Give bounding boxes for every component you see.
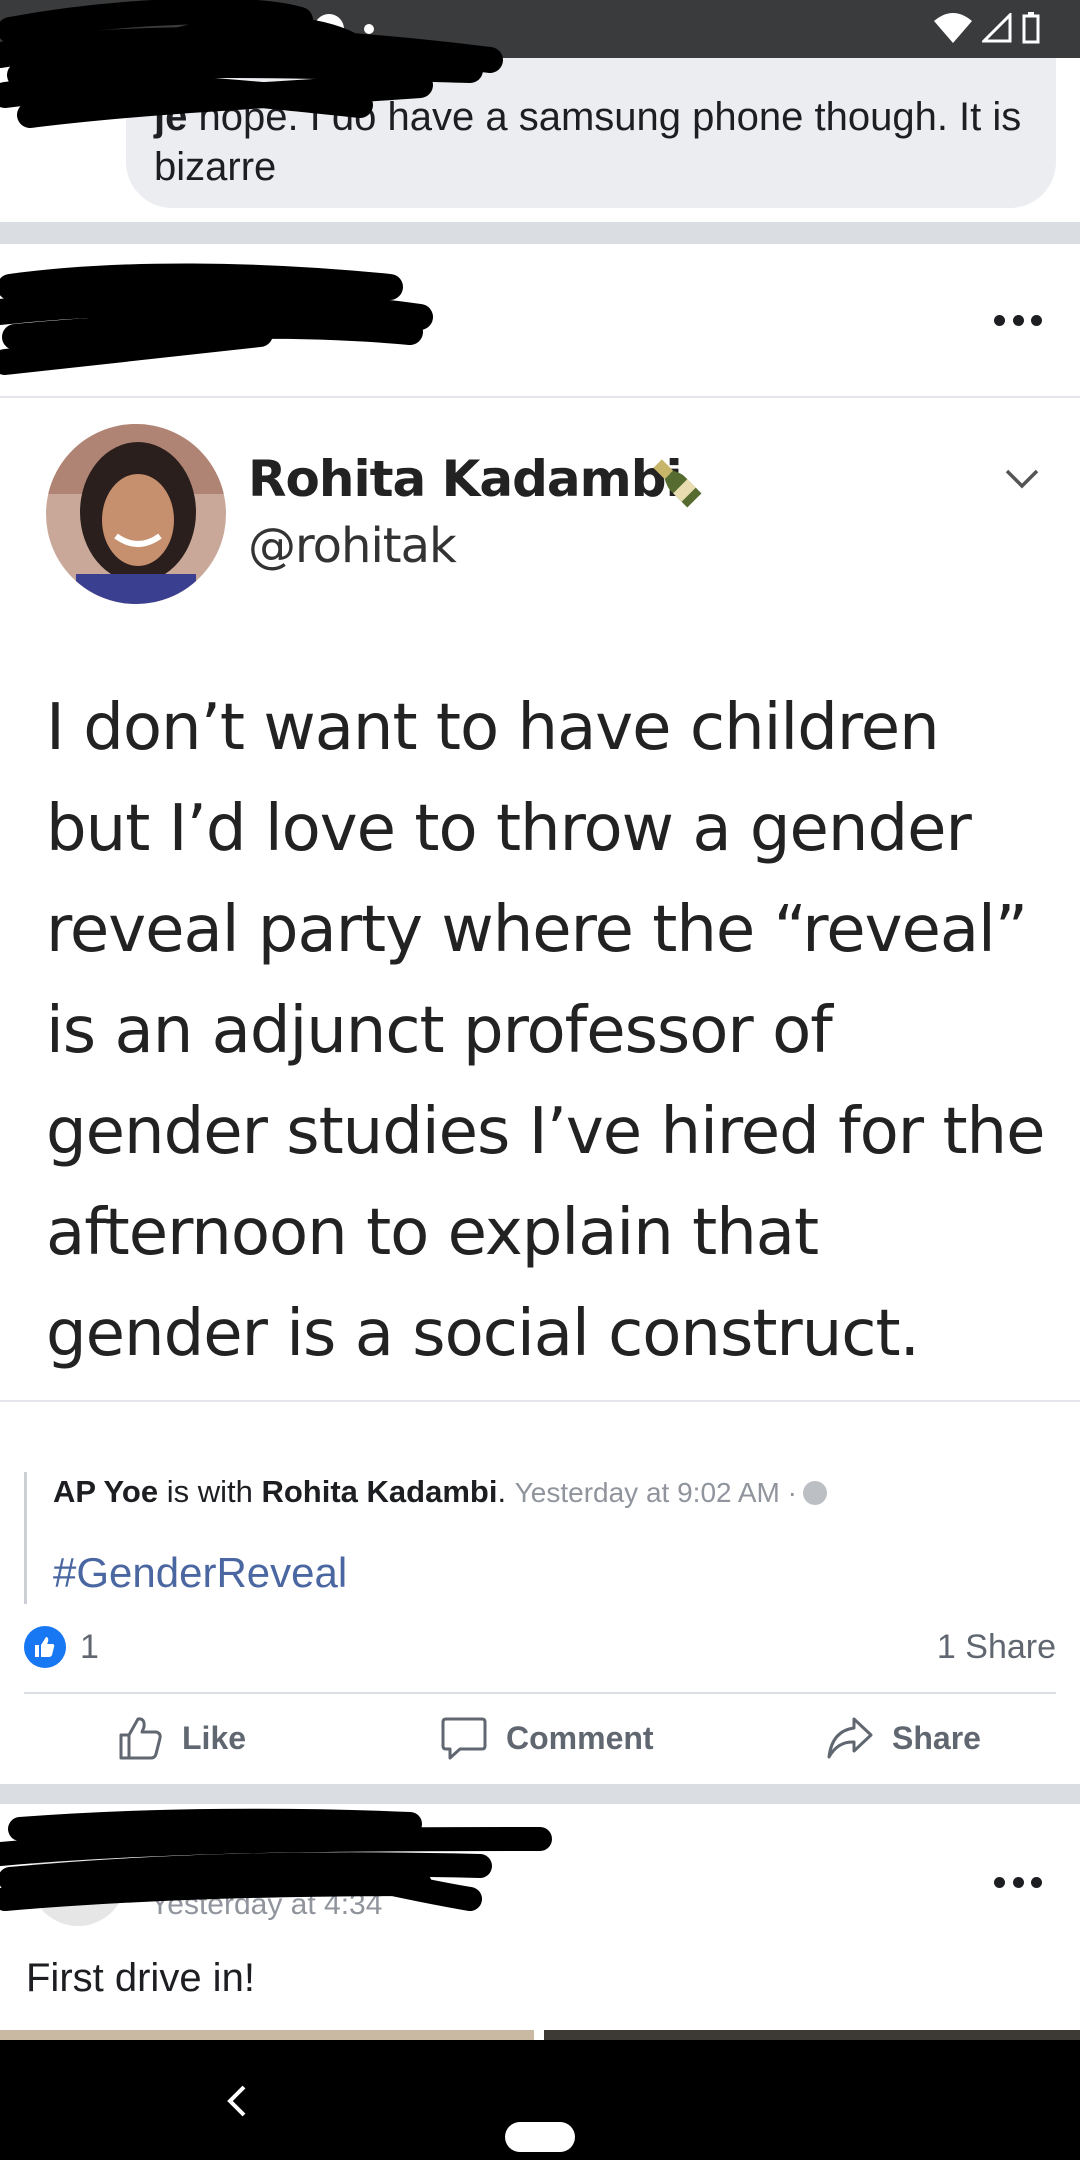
- globe-icon: [802, 1481, 827, 1505]
- tweet-avatar: [46, 424, 226, 604]
- more-notifications-icon: [364, 24, 374, 34]
- post-timestamp[interactable]: Yesterday at 9:02 AM ·: [515, 1477, 797, 1508]
- tweet-handle: @rohitak: [248, 518, 457, 574]
- comment-button[interactable]: Comment: [440, 1702, 654, 1774]
- comment-text: nope. I do have a samsung phone though. …: [154, 95, 1022, 189]
- post-caption: AP Yoe is with Rohita Kadambi. Yesterday…: [24, 1472, 1064, 1604]
- reactions-bar: 1 1 Share: [24, 1626, 1056, 1694]
- dot-icon: [994, 314, 1005, 326]
- next-post-more-button[interactable]: [994, 1870, 1042, 1894]
- status-bar: [0, 0, 1080, 58]
- post-actions: Like Comment Share: [0, 1702, 1080, 1774]
- dot-icon: [1012, 1876, 1024, 1888]
- back-icon[interactable]: [226, 2084, 248, 2118]
- hashtag-link[interactable]: #GenderReveal: [53, 1549, 1064, 1597]
- comment-bubble[interactable]: je nope. I do have a samsung phone thoug…: [126, 58, 1056, 208]
- dot-icon: [1012, 314, 1024, 326]
- home-pill-button[interactable]: [505, 2122, 575, 2152]
- share-count[interactable]: 1 Share: [937, 1628, 1056, 1667]
- status-bar-system-icons: [934, 12, 1040, 44]
- tagged-person[interactable]: Rohita Kadambi: [261, 1474, 497, 1509]
- chevron-down-icon: [1005, 469, 1039, 489]
- shared-tweet-image[interactable]: Rohita Kadambi @rohitak I don’t want to …: [0, 396, 1080, 1402]
- next-post-avatar[interactable]: [30, 1830, 126, 1926]
- dot-icon: [1031, 1876, 1042, 1888]
- tweet-author-name: Rohita Kadambi: [248, 450, 683, 508]
- post-author-line: AP Yoe is with Rohita Kadambi. Yesterday…: [53, 1472, 1064, 1513]
- period: .: [497, 1474, 507, 1509]
- post-separator: [0, 222, 1080, 244]
- signal-icon: [982, 13, 1012, 43]
- champagne-bottle-icon: [653, 459, 702, 508]
- next-post-text: First drive in!: [26, 1956, 255, 2000]
- dot-icon: [1031, 314, 1042, 326]
- like-count[interactable]: 1: [80, 1628, 99, 1667]
- android-navigation-bar: [0, 2040, 1080, 2160]
- share-label: Share: [892, 1719, 981, 1756]
- like-label: Like: [182, 1719, 247, 1756]
- post-separator: [0, 1784, 1080, 1804]
- post-header: [0, 244, 1080, 394]
- tweet-text: I don’t want to have children but I’d lo…: [46, 691, 1045, 1371]
- battery-icon: [1022, 12, 1040, 44]
- wifi-icon: [934, 13, 972, 43]
- notification-icon: [314, 14, 344, 44]
- comment-label: Comment: [506, 1719, 654, 1756]
- photo-preview-strip[interactable]: [0, 2030, 1080, 2040]
- with-text: is with: [158, 1474, 262, 1509]
- post-more-button[interactable]: [994, 308, 1042, 332]
- next-post-timestamp[interactable]: Yesterday at 4:34: [150, 1888, 382, 1922]
- thumbs-up-icon: [119, 1717, 162, 1760]
- like-button[interactable]: Like: [118, 1702, 246, 1774]
- like-reaction-icon[interactable]: [24, 1626, 66, 1668]
- comment-author[interactable]: je: [154, 95, 187, 139]
- status-bar-notifications: [30, 14, 374, 44]
- share-arrow-icon: [827, 1717, 873, 1759]
- share-button[interactable]: Share: [826, 1702, 981, 1774]
- comment-icon: [441, 1717, 487, 1760]
- next-post: Yesterday at 4:34 First drive in!: [0, 1804, 1080, 2030]
- post-author[interactable]: AP Yoe: [53, 1474, 158, 1509]
- dot-icon: [994, 1876, 1005, 1888]
- comment: je nope. I do have a samsung phone thoug…: [0, 58, 1080, 222]
